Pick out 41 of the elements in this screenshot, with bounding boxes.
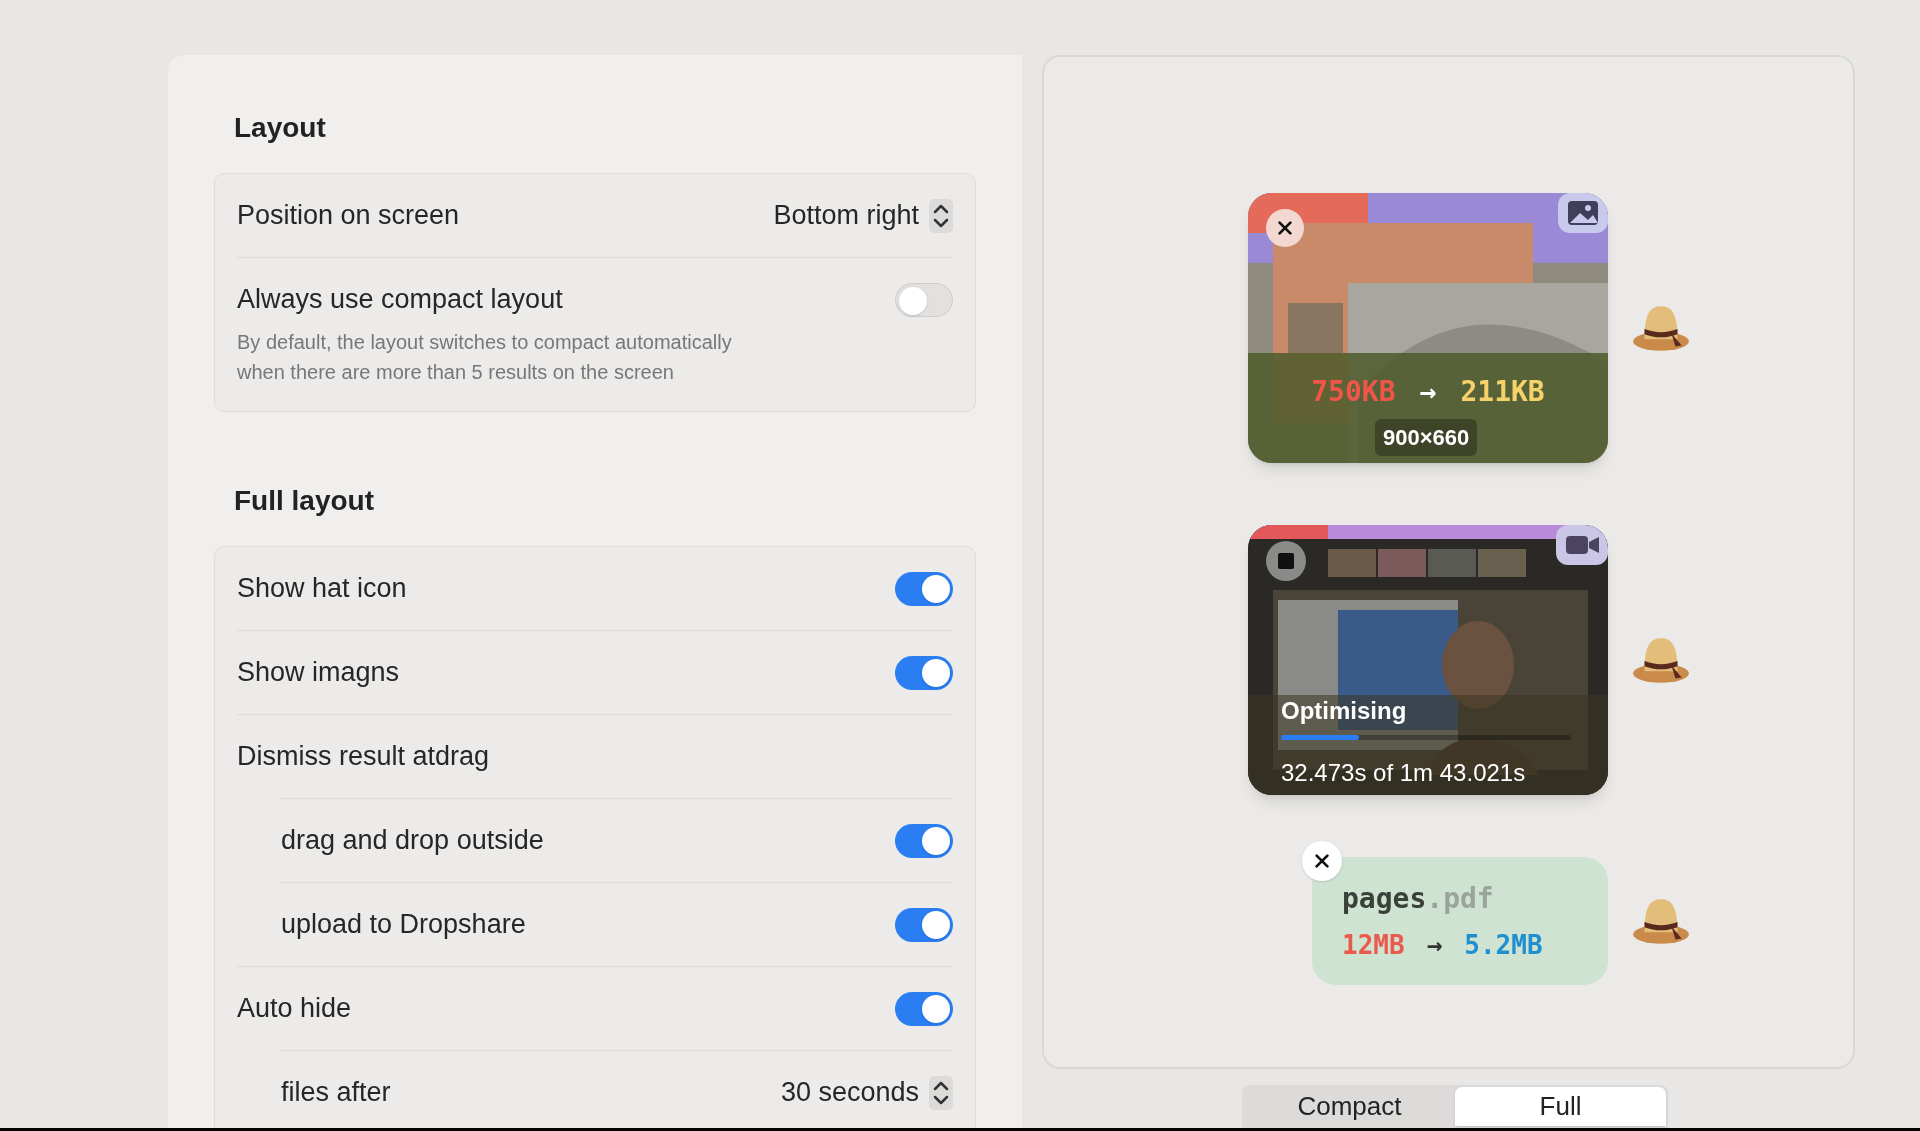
- close-button[interactable]: [1302, 841, 1342, 881]
- section-heading: Layout: [234, 111, 327, 145]
- image-icon: [1558, 193, 1608, 233]
- setting-label: Position on screen: [237, 199, 460, 233]
- setting-label: upload to Dropshare: [281, 908, 526, 942]
- optimized-size: 211KB: [1460, 374, 1545, 410]
- stop-icon: [1278, 553, 1294, 569]
- stepper-icon: [929, 198, 953, 233]
- segment-tab[interactable]: Compact: [1244, 1087, 1455, 1126]
- setting-label: Show hat icon: [237, 572, 407, 606]
- dimensions-label: 900×660: [1375, 419, 1478, 456]
- toggle-switch[interactable]: [895, 907, 953, 942]
- toggle-switch[interactable]: [895, 991, 953, 1026]
- toggle-switch[interactable]: [895, 823, 953, 858]
- popup-button[interactable]: Bottom right: [773, 195, 953, 236]
- setting-label: Show imagns: [237, 656, 400, 690]
- optimized-size: 5.2MB: [1464, 928, 1543, 962]
- toggle-switch[interactable]: [895, 282, 953, 317]
- segment-tab[interactable]: Full: [1455, 1087, 1666, 1126]
- toggle-switch[interactable]: [895, 655, 953, 690]
- toggle-switch[interactable]: [895, 571, 953, 606]
- original-size: 12MB: [1342, 928, 1405, 962]
- original-size: 750KB: [1311, 374, 1396, 410]
- status-text: Optimising: [1281, 696, 1407, 726]
- arrow-text: →: [1426, 928, 1443, 962]
- setting-label: drag and drop outside: [281, 824, 544, 858]
- stepper-icon: [929, 1075, 953, 1110]
- arrow-text: →: [1419, 374, 1437, 410]
- file-extension: .pdf: [1426, 880, 1494, 917]
- setting-label: Dismiss result atdrag: [237, 740, 490, 774]
- close-icon: [1276, 219, 1294, 237]
- description-text: By default, the layout switches to compact automatically when there are more than 5 results on the screen: [237, 330, 733, 385]
- progress-text: 32.473s of 1m 43.021s: [1281, 758, 1526, 788]
- popup-button[interactable]: 30 seconds: [780, 1072, 953, 1113]
- setting-label: Always use compact layout: [237, 283, 563, 317]
- close-icon: [1313, 852, 1331, 870]
- section-heading: Full layout: [234, 484, 375, 518]
- video-camera-icon: [1556, 525, 1608, 565]
- file-name: pages: [1342, 880, 1427, 917]
- setting-label: files after: [281, 1076, 391, 1110]
- setting-label: Auto hide: [237, 992, 352, 1026]
